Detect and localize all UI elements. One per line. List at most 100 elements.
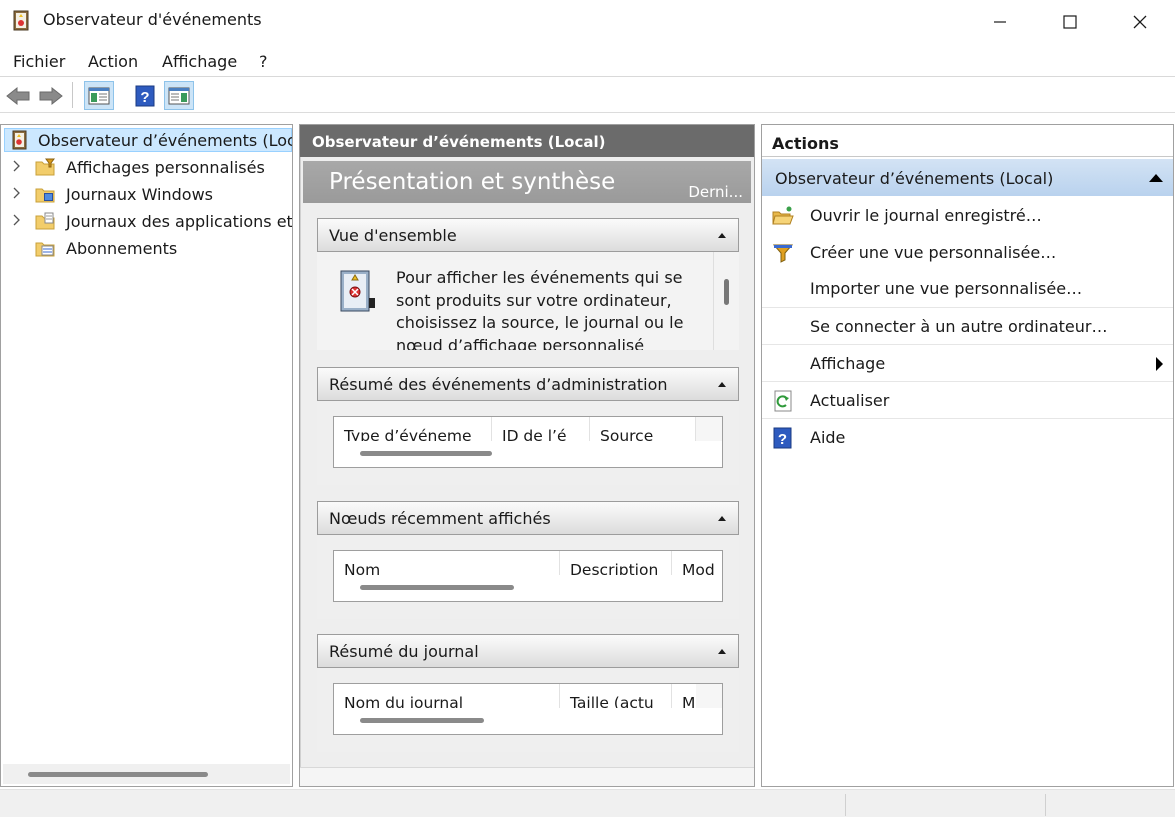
menu-affichage[interactable]: Affichage [162,52,237,71]
custom-views-folder-icon [35,158,55,176]
console-tree: Observateur d’événements (Local) Afficha… [0,124,293,787]
show-hide-console-tree-button[interactable] [84,81,114,110]
help-button[interactable]: ? [130,81,160,110]
section-overview-title: Vue d'ensemble [329,226,457,245]
actions-group-label: Observateur d’événements (Local) [775,169,1054,188]
banner-last-refreshed: Derni... [688,183,743,201]
grid-horizontal-scrollbar[interactable] [334,575,722,601]
section-recent-nodes-body: Nom Description Mod [317,535,739,619]
tree-item-root[interactable]: Observateur d’événements (Local) [1,128,292,152]
section-log-summary-header[interactable]: Résumé du journal [317,634,739,668]
tree-horizontal-scrollbar[interactable] [3,764,290,784]
scrollbar-thumb[interactable] [360,451,492,456]
banner-title: Présentation et synthèse [329,169,616,195]
column-header[interactable]: ID de l’é [492,417,590,441]
column-header[interactable]: Type d’événeme [334,417,492,441]
overview-text: Pour afficher les événements qui se sont… [396,268,684,350]
action-view-submenu[interactable]: Affichage [762,344,1173,381]
section-log-summary: Résumé du journal Nom du journal Taille … [317,634,739,752]
minimize-button[interactable] [965,0,1035,43]
scrollbar-thumb[interactable] [360,585,514,590]
section-admin-summary-body: Type d’événeme ID de l’é Source [317,401,739,485]
section-admin-summary-title: Résumé des événements d’administration [329,375,668,394]
column-header[interactable]: Source [590,417,696,441]
grid-horizontal-scrollbar[interactable] [334,441,722,467]
actions-group-header[interactable]: Observateur d’événements (Local) [762,159,1173,196]
center-pane: Observateur d’événements (Local) Présent… [299,124,755,787]
show-hide-action-pane-icon [168,87,190,104]
scrollbar-thumb[interactable] [724,279,729,305]
center-header: Observateur d’événements (Local) [300,125,754,157]
action-refresh[interactable]: Actualiser [762,381,1173,418]
chevron-right-icon[interactable] [11,213,23,227]
admin-summary-grid: Type d’événeme ID de l’é Source [333,416,723,468]
actions-title: Actions [762,125,1173,157]
action-label: Affichage [810,354,886,373]
column-header[interactable]: Nom du journal [334,684,560,708]
action-help[interactable]: ? Aide [762,418,1173,455]
action-label: Se connecter à un autre ordinateur… [810,317,1108,336]
chevron-right-icon[interactable] [11,186,23,200]
collapse-arrow-icon[interactable] [718,233,726,238]
close-button[interactable] [1105,0,1175,43]
svg-text:?: ? [140,89,149,106]
show-hide-action-pane-button[interactable] [164,81,194,110]
event-viewer-icon [12,130,27,150]
grid-horizontal-scrollbar[interactable] [334,708,722,734]
column-header[interactable]: Mod [672,551,722,575]
filter-icon [772,244,794,263]
title-bar: Observateur d'événements [0,0,1175,43]
help-icon: ? [773,427,792,449]
tree-label-subscriptions: Abonnements [66,239,178,258]
tree-item-app-logs[interactable]: Journaux des applications et des service… [1,209,292,233]
scrollbar-thumb[interactable] [28,772,208,777]
column-header[interactable]: M [672,684,698,708]
action-import-custom-view[interactable]: Importer une vue personnalisée… [762,270,1173,307]
center-body: Présentation et synthèse Derni... Vue d'… [300,157,754,767]
minimize-icon [994,20,1006,23]
event-viewer-icon [13,10,29,31]
grid-corner [696,684,722,708]
menu-bar: Fichier Action Affichage ? [0,43,1175,77]
actions-pane: Actions Observateur d’événements (Local)… [761,124,1174,787]
svg-text:?: ? [778,431,787,448]
tree-item-subscriptions[interactable]: Abonnements [1,236,292,260]
action-label: Importer une vue personnalisée… [810,279,1083,298]
toolbar-separator [72,82,73,108]
tree-item-windows-logs[interactable]: Journaux Windows [1,182,292,206]
app-logs-folder-icon [35,212,55,230]
event-log-icon [340,270,375,312]
overview-vertical-scrollbar[interactable] [713,252,737,350]
menu-help[interactable]: ? [259,52,268,71]
center-horizontal-scrollbar[interactable] [300,767,754,786]
section-admin-summary-header[interactable]: Résumé des événements d’administration [317,367,739,401]
column-header[interactable]: Taille (actu [560,684,672,708]
action-connect-other-computer[interactable]: Se connecter à un autre ordinateur… [762,307,1173,344]
scrollbar-thumb[interactable] [360,718,484,723]
section-overview-header[interactable]: Vue d'ensemble [317,218,739,252]
column-header[interactable]: Nom [334,551,560,575]
collapse-arrow-icon[interactable] [718,649,726,654]
action-open-saved-log[interactable]: Ouvrir le journal enregistré… [762,197,1173,234]
collapse-arrow-icon[interactable] [1149,174,1163,182]
refresh-icon [774,390,792,412]
overview-banner: Présentation et synthèse Derni... [303,161,751,203]
action-create-custom-view[interactable]: Créer une vue personnalisée… [762,234,1173,271]
column-header[interactable]: Description [560,551,672,575]
section-recent-nodes-title: Nœuds récemment affichés [329,509,551,528]
chevron-right-icon [1156,357,1163,371]
recent-nodes-grid: Nom Description Mod [333,550,723,602]
chevron-right-icon[interactable] [11,159,23,173]
collapse-arrow-icon[interactable] [718,382,726,387]
maximize-button[interactable] [1035,0,1105,43]
forward-button[interactable] [36,81,66,110]
status-divider [845,794,846,816]
collapse-arrow-icon[interactable] [718,516,726,521]
tree-item-custom-views[interactable]: Affichages personnalisés [1,155,292,179]
open-folder-icon [772,206,794,225]
menu-fichier[interactable]: Fichier [13,52,65,71]
menu-action[interactable]: Action [88,52,138,71]
back-button[interactable] [3,81,33,110]
window-title: Observateur d'événements [43,10,262,29]
section-recent-nodes-header[interactable]: Nœuds récemment affichés [317,501,739,535]
